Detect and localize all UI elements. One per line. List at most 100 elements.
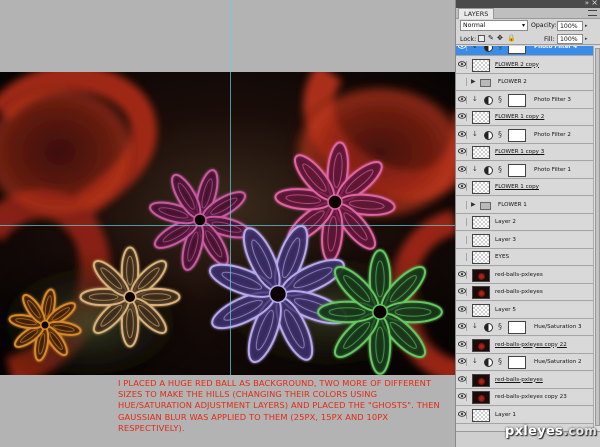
visibility-eye-icon[interactable] [458, 60, 467, 69]
flowers-artwork [0, 72, 455, 375]
lock-move-icon[interactable]: ✥ [497, 34, 503, 42]
layer-row[interactable]: ▶ FLOWER 2 [456, 74, 593, 91]
layer-thumbnail[interactable] [472, 268, 490, 282]
chain-link-icon[interactable]: § [498, 322, 502, 331]
layer-thumbnail[interactable] [472, 233, 490, 247]
chain-link-icon[interactable]: § [498, 130, 502, 139]
layer-thumbnail[interactable] [472, 181, 490, 194]
layer-mask-thumbnail[interactable] [508, 46, 526, 54]
layer-row[interactable]: Layer 3 [456, 231, 593, 249]
layers-panel: » × LAYERS Normal ▾ Opacity: 100% ▸ Lock… [455, 0, 600, 447]
layer-row[interactable]: Layer 2 [456, 214, 593, 231]
layer-thumbnail[interactable] [472, 286, 490, 299]
clip-icon: ↓ [472, 164, 478, 173]
chain-link-icon[interactable]: § [498, 357, 502, 366]
layer-row[interactable]: ↓ § Hue/Saturation 3 [456, 319, 593, 336]
layer-row[interactable]: ▶ FLOWER 1 [456, 196, 593, 214]
layer-thumbnail[interactable] [472, 111, 490, 124]
lock-all-icon[interactable]: 🔒 [507, 34, 516, 42]
visibility-eye-icon[interactable] [458, 130, 467, 139]
artwork-image [0, 72, 455, 375]
layer-thumbnail[interactable] [472, 303, 490, 317]
layer-thumbnail[interactable] [472, 146, 490, 159]
layer-row[interactable]: ↓ § Photo Filter 2 [456, 126, 593, 144]
layer-row[interactable]: Layer 1 [456, 406, 593, 424]
visibility-eye-icon[interactable] [458, 200, 467, 209]
layer-name: Hue/Saturation 3 [534, 324, 582, 330]
layer-mask-thumbnail[interactable] [508, 321, 526, 334]
visibility-eye-icon[interactable] [458, 393, 467, 401]
blend-mode-select[interactable]: Normal ▾ [460, 20, 528, 31]
lock-brush-icon[interactable]: ✎ [488, 34, 494, 42]
layer-row[interactable]: Layer 5 [456, 301, 593, 319]
layer-thumbnail[interactable] [472, 216, 490, 229]
expand-triangle-icon[interactable]: ▶ [471, 78, 476, 85]
visibility-eye-icon[interactable] [458, 183, 467, 191]
visibility-eye-icon[interactable] [458, 95, 467, 104]
visibility-eye-icon[interactable] [458, 235, 467, 244]
layer-mask-thumbnail[interactable] [508, 128, 526, 142]
visibility-eye-icon[interactable] [458, 288, 467, 296]
visibility-eye-icon[interactable] [458, 253, 467, 261]
document-canvas[interactable]: I placed a huge red ball as background, … [0, 0, 455, 447]
horizontal-guide[interactable] [0, 225, 455, 226]
close-icon[interactable]: × [591, 0, 598, 7]
visibility-eye-icon[interactable] [458, 323, 467, 331]
layer-mask-thumbnail[interactable] [508, 93, 526, 107]
layer-row[interactable]: red-balls-pxleyes [456, 266, 593, 284]
scrollbar-thumb[interactable] [595, 48, 600, 426]
layer-row[interactable]: ↓ § Photo Filter 3 [456, 91, 593, 109]
layer-mask-thumbnail[interactable] [508, 163, 526, 177]
layer-thumbnail[interactable] [472, 251, 490, 264]
visibility-eye-icon[interactable] [458, 375, 467, 384]
collapse-icon[interactable]: » [585, 0, 589, 7]
layer-name: red-balls-pxleyes [495, 289, 543, 295]
layer-thumbnail[interactable] [472, 408, 490, 422]
layer-row[interactable]: FLOWER 1 copy 3 [456, 144, 593, 161]
layer-row[interactable]: ↓ § Photo Filter 1 [456, 161, 593, 179]
folder-icon [480, 201, 491, 210]
layer-row[interactable]: red-balls-pxleyes [456, 371, 593, 389]
tab-layers[interactable]: LAYERS [458, 8, 495, 19]
visibility-eye-icon[interactable] [458, 305, 467, 314]
fill-arrow-icon[interactable]: ▸ [585, 34, 591, 44]
layer-row[interactable]: EYES [456, 249, 593, 266]
layer-row[interactable]: FLOWER 2 copy [456, 56, 593, 74]
panel-menu-icon[interactable] [588, 10, 597, 16]
vertical-guide[interactable] [230, 0, 231, 375]
layer-thumbnail[interactable] [472, 391, 490, 404]
scrollbar[interactable] [593, 46, 600, 431]
layer-row[interactable]: FLOWER 1 copy 2 [456, 109, 593, 126]
visibility-eye-icon[interactable] [458, 46, 467, 51]
visibility-eye-icon[interactable] [458, 340, 467, 349]
visibility-eye-icon[interactable] [458, 165, 467, 174]
opacity-input[interactable]: 100% [557, 21, 583, 31]
visibility-eye-icon[interactable] [458, 270, 467, 279]
lock-fill-row: Lock: ✎ ✥ 🔒 Fill: 100% ▸ [456, 33, 600, 45]
visibility-eye-icon[interactable] [458, 78, 467, 86]
layer-row[interactable]: red-balls-pxleyes copy 23 [456, 389, 593, 406]
layer-row[interactable]: ↓ § Hue/Saturation 2 [456, 354, 593, 371]
layer-row[interactable]: red-balls-pxleyes [456, 284, 593, 301]
layer-row[interactable]: ↓ § Photo Filter 4 [456, 46, 593, 56]
visibility-eye-icon[interactable] [458, 218, 467, 226]
chain-link-icon[interactable]: § [498, 46, 502, 51]
visibility-eye-icon[interactable] [458, 358, 467, 366]
fill-input[interactable]: 100% [557, 34, 583, 44]
visibility-eye-icon[interactable] [458, 113, 467, 121]
layer-mask-thumbnail[interactable] [508, 356, 526, 369]
lock-transparent-icon[interactable] [478, 35, 485, 42]
layer-name: FLOWER 2 [498, 79, 527, 85]
expand-triangle-icon[interactable]: ▶ [471, 201, 476, 208]
layer-thumbnail[interactable] [472, 58, 490, 72]
layer-thumbnail[interactable] [472, 338, 490, 352]
adjustment-icon [484, 46, 493, 52]
opacity-arrow-icon[interactable]: ▸ [585, 21, 591, 31]
layer-thumbnail[interactable] [472, 373, 490, 387]
layer-row[interactable]: FLOWER 1 copy [456, 179, 593, 196]
visibility-eye-icon[interactable] [458, 148, 467, 156]
chain-link-icon[interactable]: § [498, 165, 502, 174]
chain-link-icon[interactable]: § [498, 95, 502, 104]
visibility-eye-icon[interactable] [458, 410, 467, 419]
layer-row[interactable]: red-balls-pxleyes copy 22 [456, 336, 593, 354]
